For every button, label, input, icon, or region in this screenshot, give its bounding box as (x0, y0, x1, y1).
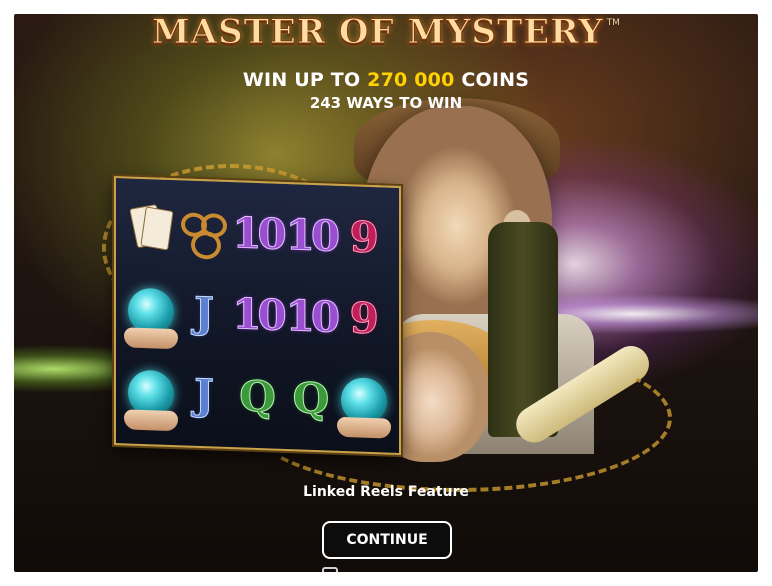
reel-cell (124, 188, 177, 272)
win-prefix: WIN UP TO (242, 69, 361, 91)
symbol-ten: 10 (232, 289, 283, 341)
reel-cell: 10 (231, 274, 284, 358)
max-win-text: WIN UP TO 270 000 COINS (14, 69, 758, 91)
reel-cell: Q (231, 355, 284, 439)
reel-cell: 9 (338, 277, 391, 361)
reel-cell: J (177, 354, 230, 438)
symbol-jack: J (194, 288, 215, 339)
symbol-queen: Q (239, 371, 277, 422)
win-suffix: COINS (461, 69, 530, 91)
game-logo: MASTER OF MYSTERY TM (14, 14, 758, 53)
win-amount: 270 000 (367, 69, 455, 91)
trademark-mark: TM (606, 18, 620, 28)
feature-caption: Linked Reels Feature (303, 484, 469, 500)
mask-icon (181, 208, 228, 260)
crystal-ball-icon (341, 377, 388, 425)
reel-cell: J (177, 272, 230, 356)
crystal-ball-icon (127, 369, 174, 418)
reel-cell (124, 352, 177, 436)
game-splash-screen: MASTER OF MYSTERY TM WIN UP TO 270 000 CO… (14, 14, 758, 572)
reel-cell: 10 (284, 194, 337, 278)
crystal-ball-icon (127, 287, 174, 336)
logo-text: MASTER OF MYSTERY (152, 14, 604, 53)
symbol-nine: 9 (349, 212, 379, 263)
reel-cell (124, 270, 177, 354)
symbol-queen: Q (292, 373, 330, 424)
reels-preview: 10 10 9 J 10 10 9 J Q Q (114, 175, 401, 456)
reel-cell (338, 359, 391, 443)
reel-cell: 9 (338, 196, 391, 280)
continue-button[interactable]: CONTINUE (322, 521, 452, 559)
ways-to-win: 243 WAYS TO WIN (309, 94, 463, 112)
reel-cell: Q (284, 357, 337, 441)
symbol-nine: 9 (349, 293, 379, 344)
symbol-ten: 10 (285, 291, 337, 343)
reel-grid: 10 10 9 J 10 10 9 J Q Q (124, 188, 391, 442)
symbol-ten: 10 (232, 207, 283, 259)
symbol-ten: 10 (285, 209, 337, 261)
symbol-jack: J (194, 369, 215, 420)
dont-show-again-checkbox[interactable] (322, 567, 338, 572)
reel-cell: 10 (231, 192, 284, 276)
cards-dagger-icon (128, 203, 174, 257)
reel-cell (177, 190, 230, 274)
reel-cell: 10 (284, 276, 337, 360)
